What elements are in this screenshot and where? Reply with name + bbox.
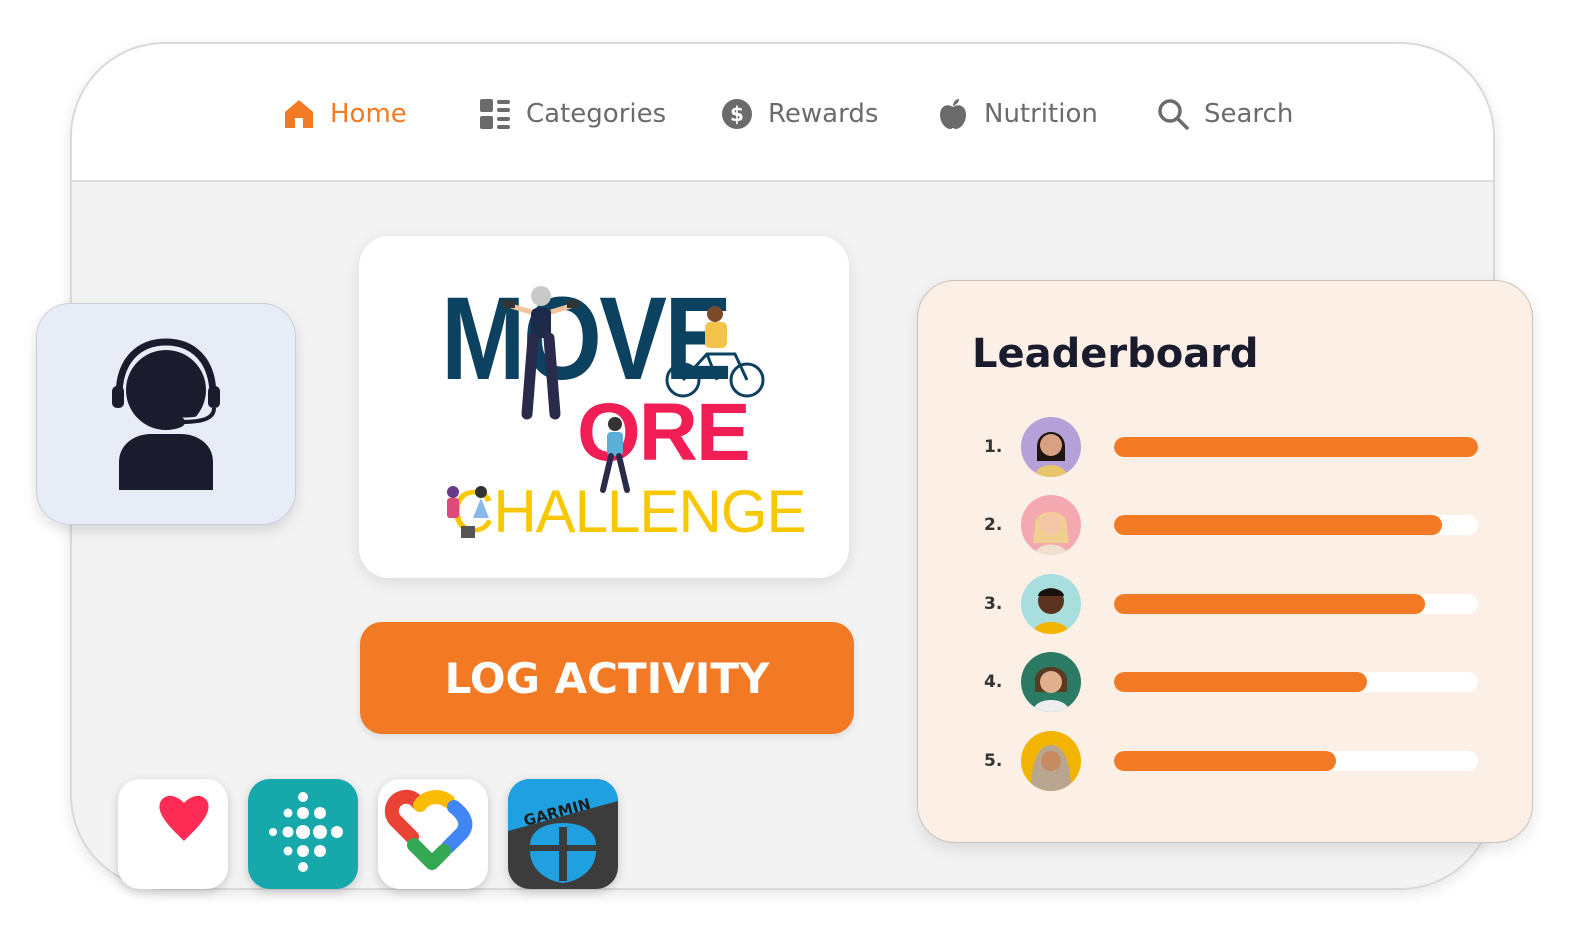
- leaderboard-progress-bar: [1114, 672, 1478, 692]
- nav-home-label: Home: [330, 99, 407, 129]
- challenge-logo-card[interactable]: MOVE ORE CHALLENGE: [359, 236, 849, 578]
- log-activity-button[interactable]: LOG ACTIVITY: [360, 622, 854, 734]
- leaderboard-row[interactable]: 5.: [918, 731, 1532, 791]
- leaderboard-row[interactable]: 3.: [918, 574, 1532, 634]
- home-icon: [282, 97, 316, 131]
- leaderboard-progress-fill: [1114, 594, 1426, 614]
- leaderboard-progress-fill: [1114, 515, 1442, 535]
- leaderboard-rank: 1.: [984, 437, 1003, 457]
- nav-search-label: Search: [1204, 99, 1294, 129]
- leaderboard-progress-bar: [1114, 437, 1478, 457]
- leaderboard-progress-bar: [1114, 594, 1478, 614]
- avatar: [1021, 417, 1081, 477]
- fitbit-icon[interactable]: [248, 779, 358, 889]
- dollar-coin-icon: $: [720, 97, 754, 131]
- google-fit-icon[interactable]: [378, 779, 488, 889]
- leaderboard-card: Leaderboard 1. 2. 3. 4. 5.: [917, 280, 1533, 843]
- garmin-connect-icon[interactable]: GARMIN: [508, 779, 618, 889]
- avatar: [1021, 652, 1081, 712]
- top-navigation: Home Categories $ Rewards Nutrition Sear…: [72, 44, 1493, 182]
- nav-nutrition-label: Nutrition: [984, 99, 1098, 129]
- runner-illustration: [600, 417, 630, 493]
- leaderboard-rank: 2.: [984, 515, 1003, 535]
- categories-icon: [478, 97, 512, 131]
- nav-nutrition[interactable]: Nutrition: [936, 92, 1098, 136]
- leaderboard-title: Leaderboard: [972, 331, 1259, 377]
- dancers-illustration: [447, 486, 489, 538]
- leaderboard-rank: 3.: [984, 594, 1003, 614]
- leaderboard-row[interactable]: 2.: [918, 495, 1532, 555]
- cyclist-illustration: [665, 306, 765, 398]
- leaderboard-row[interactable]: 1.: [918, 417, 1532, 477]
- avatar: [1021, 495, 1081, 555]
- leaderboard-progress-bar: [1114, 751, 1478, 771]
- nav-rewards[interactable]: $ Rewards: [720, 92, 878, 136]
- nav-home[interactable]: Home: [282, 92, 407, 136]
- nav-rewards-label: Rewards: [768, 99, 879, 129]
- avatar: [1021, 731, 1081, 791]
- leaderboard-progress-bar: [1114, 515, 1478, 535]
- leaderboard-progress-fill: [1114, 751, 1337, 771]
- headset-agent-icon: [112, 338, 220, 490]
- leaderboard-rank: 5.: [984, 751, 1003, 771]
- nav-categories-label: Categories: [526, 99, 667, 129]
- apple-icon: [936, 97, 970, 131]
- leaderboard-row[interactable]: 4.: [918, 652, 1532, 712]
- apple-health-icon[interactable]: [118, 779, 228, 889]
- leaderboard-progress-fill: [1114, 437, 1478, 457]
- leaderboard-progress-fill: [1114, 672, 1367, 692]
- support-card[interactable]: [36, 303, 296, 525]
- avatar: [1021, 574, 1081, 634]
- svg-text:$: $: [730, 102, 744, 126]
- nav-search[interactable]: Search: [1156, 92, 1293, 136]
- woman-lifting-weights-illustration: [503, 286, 579, 420]
- leaderboard-rank: 4.: [984, 672, 1003, 692]
- nav-categories[interactable]: Categories: [478, 92, 666, 136]
- search-icon: [1156, 97, 1190, 131]
